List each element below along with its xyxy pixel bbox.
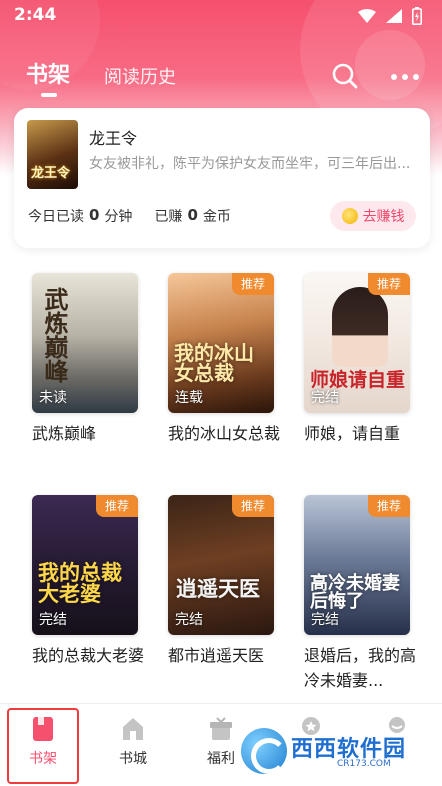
today-read-label: 今日已读 bbox=[28, 209, 84, 225]
tab-reading-history[interactable]: 阅读历史 bbox=[104, 63, 176, 89]
watermark-logo: 西西软件园 CR173.COM bbox=[241, 725, 429, 777]
reading-stats: 今日已读 0 分钟 已赚 0 金币 bbox=[28, 206, 231, 226]
nav-bookstore-label: 书城 bbox=[119, 751, 147, 767]
book-status: 完结 bbox=[311, 390, 339, 406]
more-icon bbox=[391, 74, 419, 80]
book-title[interactable]: 武炼巅峰 bbox=[32, 421, 144, 446]
book-status: 完结 bbox=[175, 612, 203, 628]
bookshelf-icon bbox=[33, 717, 53, 741]
recommend-badge: 推荐 bbox=[232, 273, 274, 295]
current-reading-card[interactable]: 龙王令 龙王令 女友被非礼，陈平为保护女友而坐牢，可三年后出... 今日已读 0… bbox=[14, 108, 430, 248]
watermark-subtext: CR173.COM bbox=[337, 759, 391, 769]
book-title[interactable]: 我的冰山女总裁 bbox=[168, 421, 280, 446]
book-cover[interactable]: 高冷未婚妻后悔了 推荐 完结 bbox=[304, 495, 410, 635]
watermark-icon bbox=[241, 728, 287, 774]
book-status: 完结 bbox=[39, 612, 67, 628]
wifi-icon bbox=[358, 9, 376, 23]
book-title[interactable]: 师娘，请自重 bbox=[304, 421, 416, 446]
book-cover-text: 高冷未婚妻后悔了 bbox=[310, 573, 400, 612]
book-cover-figure bbox=[332, 287, 388, 367]
status-bar: 2:44 bbox=[0, 0, 442, 32]
earned-label: 已赚 bbox=[154, 209, 183, 225]
recommend-badge: 推荐 bbox=[368, 495, 410, 517]
book-cover[interactable]: 逍遥天医 推荐 完结 bbox=[168, 495, 274, 635]
current-book-cover[interactable]: 龙王令 bbox=[27, 120, 78, 189]
recommend-badge: 推荐 bbox=[368, 273, 410, 295]
nav-bookshelf[interactable]: 书架 bbox=[8, 704, 78, 774]
nav-bookshelf-label: 书架 bbox=[29, 751, 57, 767]
status-time: 2:44 bbox=[14, 5, 57, 25]
book-cover[interactable]: 我的总裁大老婆 推荐 完结 bbox=[32, 495, 138, 635]
top-bar: 书架 阅读历史 bbox=[0, 55, 442, 97]
bottom-nav: 书架 书城 福利 西西软件园 CR173.COM bbox=[0, 703, 442, 786]
earn-money-button[interactable]: 去赚钱 bbox=[330, 201, 416, 231]
gift-icon bbox=[210, 717, 232, 740]
book-title[interactable]: 我的总裁大老婆 bbox=[32, 643, 144, 668]
book-cover[interactable]: 我的冰山女总裁 推荐 连载 bbox=[168, 273, 274, 413]
active-tab-indicator bbox=[41, 93, 57, 97]
status-icons bbox=[358, 7, 422, 25]
book-cover-text: 我的冰山女总裁 bbox=[174, 341, 254, 385]
current-book-description: 女友被非礼，陈平为保护女友而坐牢，可三年后出... bbox=[89, 156, 411, 172]
earned-value: 0 bbox=[187, 206, 198, 224]
recommend-badge: 推荐 bbox=[232, 495, 274, 517]
book-cover-text: 我的总裁大老婆 bbox=[38, 561, 122, 606]
earn-money-label: 去赚钱 bbox=[362, 209, 405, 225]
book-cover-text: 武炼巅峰 bbox=[40, 287, 68, 383]
search-icon bbox=[332, 63, 358, 89]
book-cover-text: 逍遥天医 bbox=[176, 577, 260, 601]
search-button[interactable] bbox=[330, 61, 360, 91]
current-book-cover-text: 龙王令 bbox=[31, 166, 71, 181]
more-button[interactable] bbox=[388, 61, 422, 91]
today-read-unit: 分钟 bbox=[104, 209, 133, 225]
battery-icon bbox=[412, 7, 422, 25]
store-icon bbox=[123, 718, 143, 740]
book-status: 未读 bbox=[39, 390, 67, 406]
book-cover[interactable]: 师娘请自重 推荐 完结 bbox=[304, 273, 410, 413]
today-read-value: 0 bbox=[89, 206, 100, 224]
nav-bookstore[interactable]: 书城 bbox=[98, 704, 168, 774]
book-status: 完结 bbox=[311, 612, 339, 628]
signal-icon bbox=[386, 9, 402, 23]
book-title[interactable]: 都市逍遥天医 bbox=[168, 643, 280, 668]
tab-bookshelf[interactable]: 书架 bbox=[26, 57, 70, 89]
recommend-badge: 推荐 bbox=[96, 495, 138, 517]
current-book-title[interactable]: 龙王令 bbox=[89, 125, 137, 149]
book-cover[interactable]: 武炼巅峰 未读 bbox=[32, 273, 138, 413]
earned-unit: 金币 bbox=[202, 209, 231, 225]
coin-icon bbox=[341, 208, 358, 224]
book-status: 连载 bbox=[175, 390, 203, 406]
book-title[interactable]: 退婚后，我的高冷未婚妻... bbox=[304, 643, 416, 693]
